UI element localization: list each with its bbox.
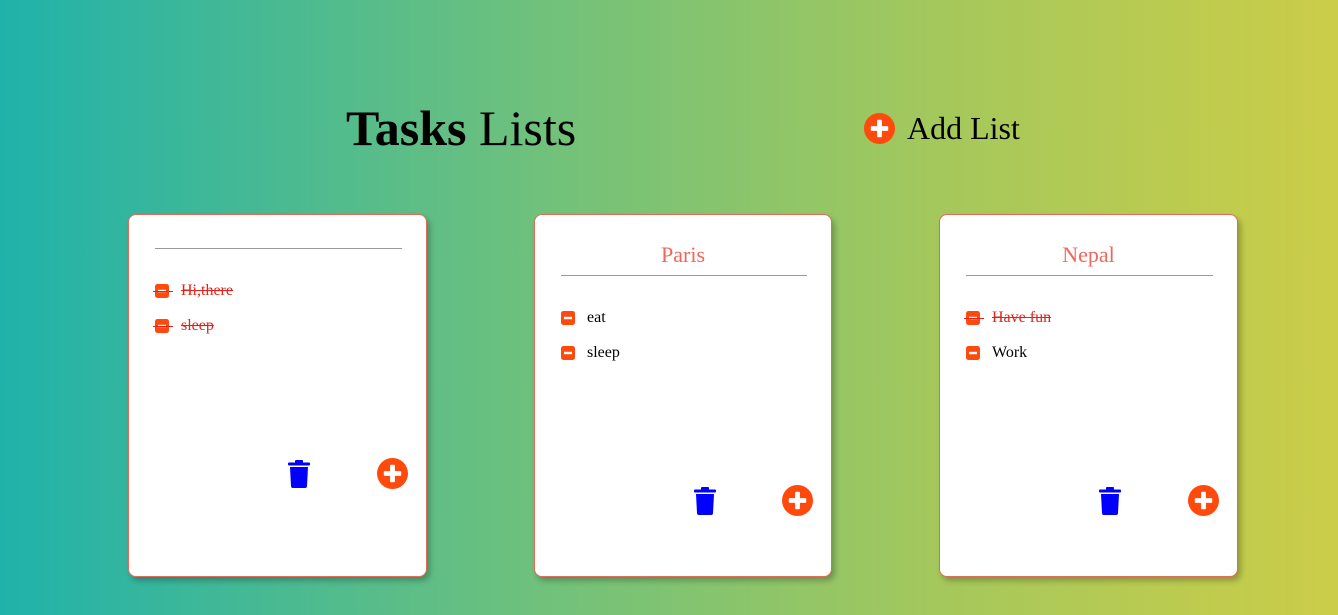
strike-line: [153, 326, 173, 327]
page-title-rest: Lists: [478, 100, 577, 156]
task-text[interactable]: sleep: [181, 317, 214, 335]
add-list-button[interactable]: Add List: [864, 110, 1020, 146]
task-text[interactable]: Have fun: [992, 309, 1051, 327]
strike-line: [153, 291, 173, 292]
task-list-card: Paris eat sleep: [534, 214, 832, 577]
plus-circle-icon[interactable]: [377, 458, 408, 489]
task-text[interactable]: Hi,there: [181, 282, 233, 300]
task-item: sleep: [561, 344, 620, 362]
minus-square-icon[interactable]: [561, 311, 575, 325]
task-item: sleep: [153, 317, 214, 335]
task-list-card: Nepal Have fun Work: [939, 214, 1238, 577]
task-item: Have fun: [964, 309, 1051, 327]
trash-icon[interactable]: [1099, 487, 1121, 515]
list-title-divider: [561, 275, 807, 276]
page-title-bold: Tasks: [346, 100, 467, 156]
task-item: Hi,there: [153, 282, 233, 300]
page-title: Tasks Lists: [346, 100, 576, 156]
list-title-divider: [155, 248, 402, 249]
list-title[interactable]: Paris: [561, 243, 805, 267]
minus-square-icon[interactable]: [966, 346, 980, 360]
plus-circle-icon[interactable]: [1188, 485, 1219, 516]
list-title[interactable]: [155, 225, 400, 249]
plus-circle-icon[interactable]: [782, 485, 813, 516]
trash-icon[interactable]: [694, 487, 716, 515]
add-list-label: Add List: [907, 110, 1020, 146]
task-text[interactable]: eat: [587, 309, 606, 327]
list-title[interactable]: Nepal: [966, 243, 1211, 267]
task-text[interactable]: sleep: [587, 344, 620, 362]
strike-line: [964, 318, 984, 319]
trash-icon[interactable]: [288, 460, 310, 488]
task-list-card: Hi,there sleep: [128, 214, 427, 577]
list-title-divider: [966, 275, 1213, 276]
plus-circle-icon[interactable]: [864, 113, 895, 144]
task-text[interactable]: Work: [992, 344, 1027, 362]
task-item: eat: [561, 309, 606, 327]
minus-square-icon[interactable]: [561, 346, 575, 360]
task-item: Work: [966, 344, 1027, 362]
